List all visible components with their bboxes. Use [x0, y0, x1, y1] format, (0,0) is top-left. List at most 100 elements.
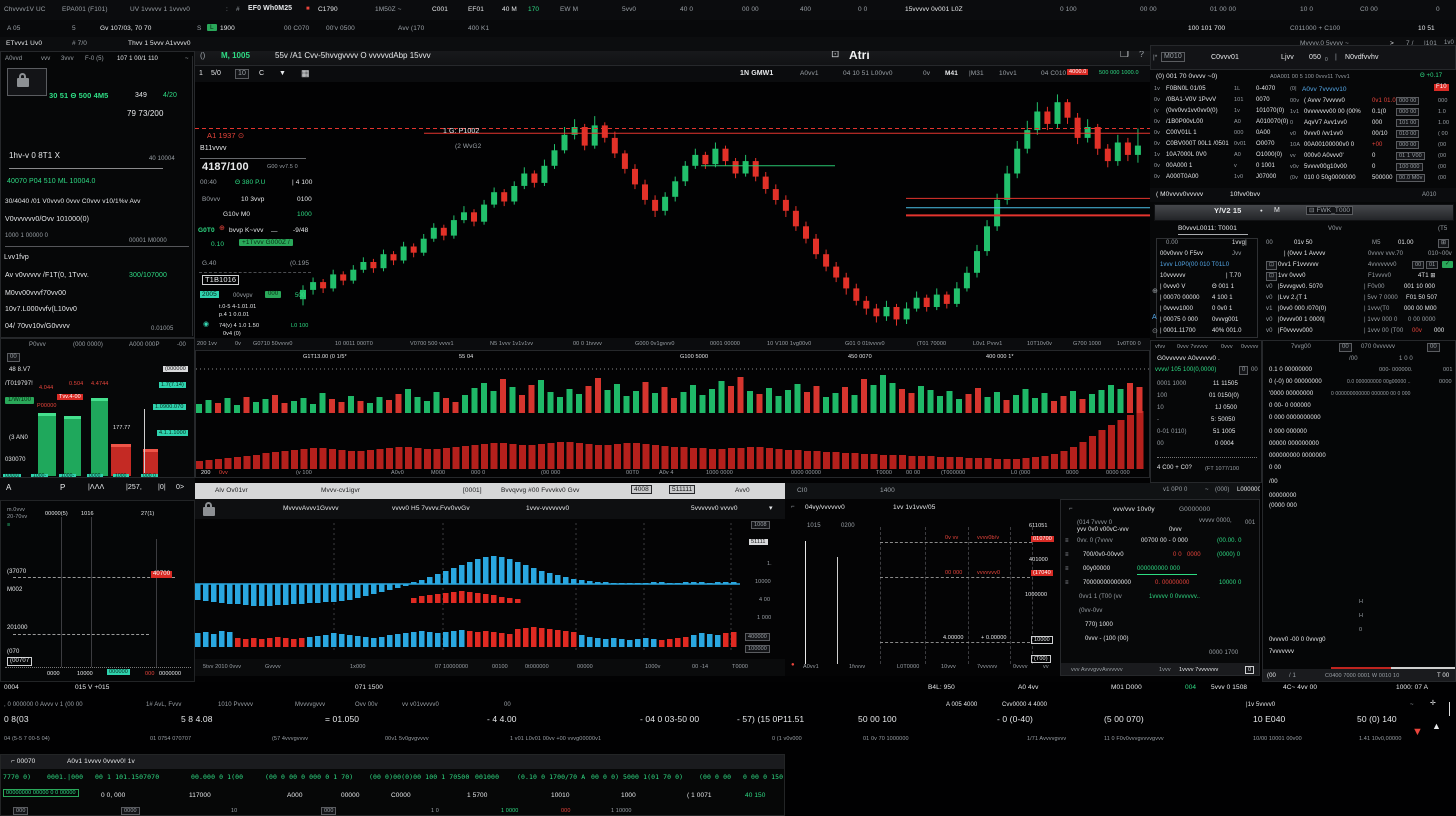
toolbar-item[interactable]: Thvv 1 5vvv A1vvvv0	[128, 40, 191, 47]
footer-tab[interactable]: vvv AvvvgvvAvvvvvv	[1071, 667, 1123, 673]
menu-item[interactable]: C1790	[318, 6, 338, 13]
label: 1000000	[1025, 592, 1047, 598]
chart-tool[interactable]: 5/0	[211, 70, 221, 78]
label: 000 0	[471, 470, 485, 476]
panel-tab[interactable]: 00	[1427, 343, 1440, 352]
footer-button[interactable]: 0	[1245, 666, 1254, 674]
sidebar-tab[interactable]: vvv	[41, 56, 50, 63]
label: 00v1 5v0gvgvvvv	[385, 736, 429, 742]
indicator-tab[interactable]: Mvvv-cv1igvr	[321, 487, 360, 494]
chart-mode[interactable]: 1N GMW1	[740, 70, 773, 78]
status-menu[interactable]: Ovv 00v	[355, 702, 378, 709]
menu-item[interactable]: 1M50Z ~	[375, 6, 402, 13]
panel-tab[interactable]: 0vvvvv	[1241, 344, 1258, 350]
menu-item[interactable]: EPA001 (F101)	[62, 6, 108, 13]
label: 1v	[1234, 108, 1240, 114]
menu-item[interactable]: UV 1vvvvv 1 1vvvv0	[130, 6, 190, 13]
label: 0v	[1154, 174, 1160, 180]
label: 74(v) 4 1.0 1.50	[219, 323, 259, 329]
chart-mode[interactable]: A0vv1	[800, 70, 819, 77]
footer-tab[interactable]: 1vvvv 7vvvvvvv	[1179, 667, 1218, 673]
panel-tab[interactable]: 050	[1309, 54, 1321, 62]
status-menu[interactable]: 1010 Pvvvvv	[218, 702, 253, 709]
instrument-button[interactable]: ⊟ FWK_T000	[1306, 206, 1353, 215]
panel-tab[interactable]: Ljvv	[1281, 54, 1294, 62]
buy-button[interactable]: +1Tvvv G000Z /	[239, 239, 293, 246]
label: | 0vvv0 V	[1160, 284, 1185, 291]
menu-item[interactable]: A 05	[7, 25, 20, 32]
timeframe-button[interactable]: 10	[235, 69, 249, 79]
tool-icon[interactable]: |0|	[158, 484, 166, 492]
dropdown-icon[interactable]: ▼	[279, 70, 286, 78]
panel-tab[interactable]: N0vdfvvhv	[1345, 54, 1379, 62]
table-link[interactable]: 1vvv L0P0(00 010 T01L0	[1160, 262, 1229, 269]
label: 4vvvvvvv0	[1368, 262, 1397, 269]
sidebar-tab[interactable]: F-0 (5)	[85, 56, 104, 63]
label: 00T0	[626, 470, 639, 476]
label: 0 0v0 1	[1212, 306, 1232, 313]
label: 01	[1426, 261, 1438, 269]
lock-icon	[17, 78, 29, 87]
label: 0vvvv0 -00 0 0vvvg0	[1269, 637, 1326, 644]
indicator-tab[interactable]: Alv Ov01vr	[215, 487, 248, 494]
status-menu[interactable]: , 0 000000 0 Avvv v 1 (00 00	[4, 702, 83, 709]
tool-icon[interactable]: |257,	[126, 484, 142, 492]
panel-tab[interactable]: C0vvv01	[1211, 54, 1239, 62]
value-chip[interactable]: 4008	[631, 485, 652, 494]
indicator-toggle[interactable]: |M31	[969, 70, 984, 77]
chart-tool[interactable]: 1	[199, 70, 203, 78]
label: (17040	[1031, 570, 1053, 576]
tool-icon[interactable]: P	[60, 484, 65, 493]
label: Jvv	[1232, 251, 1241, 258]
label: 5000 1(01 70 0)	[623, 774, 683, 781]
chart-symbol[interactable]: M, 1005	[221, 51, 250, 60]
label: P00000	[37, 403, 57, 409]
label: 349	[135, 92, 147, 100]
label: 0000 00000	[791, 470, 821, 476]
tool-icon[interactable]: 0>	[176, 484, 184, 492]
footer-tab[interactable]: 1vvv	[1159, 667, 1171, 673]
panel-tab[interactable]: 070 0vvvvvv	[1361, 344, 1395, 351]
label: 4.4744	[91, 381, 108, 387]
label: (T5	[1438, 226, 1447, 233]
chart-toolbar: 15/010C▼▦1N GMW1A0vv104 10 51 L00vv00vM4…	[195, 66, 1150, 82]
sidebar-tab[interactable]: A0vvd	[5, 56, 22, 63]
panel-tab[interactable]: 0vvv 7vvvvv	[1177, 344, 1208, 350]
toolbar-item[interactable]: # 7/0	[72, 40, 87, 47]
panel-tab[interactable]: ( M0vvvv0vvvvv	[1156, 191, 1203, 198]
value-chip[interactable]: 511111	[669, 485, 695, 494]
panel-tab[interactable]: CI0	[797, 487, 807, 494]
status-menu[interactable]: Mvvvvgvvv	[295, 702, 325, 709]
label: 10vvv	[941, 664, 956, 670]
panel-tab[interactable]: M010	[1161, 52, 1185, 62]
label: 101 00	[1396, 119, 1419, 127]
label: 0 00	[1269, 465, 1281, 472]
menu-item[interactable]: Chvvvv1V UC	[4, 6, 46, 13]
chart-tool[interactable]: C	[259, 70, 264, 78]
panel-tab[interactable]: 7vvg00	[1291, 344, 1311, 351]
toolbar-item[interactable]: ETvvv1 Uv0	[6, 40, 42, 47]
panel-tab[interactable]: vfvv	[1155, 344, 1165, 350]
panel-tab[interactable]: 0vvv	[1221, 344, 1233, 350]
sidebar-tab[interactable]: 3vvv	[61, 56, 74, 63]
status-menu[interactable]: vv v01vvvvv0	[402, 702, 439, 709]
status-menu[interactable]: 1# AvL, Fvvv	[146, 702, 181, 709]
label: —	[271, 228, 278, 235]
label: L0 100	[291, 323, 308, 329]
label: 0.10	[211, 241, 224, 248]
wave-icon[interactable]: |ΛΛΛ	[88, 484, 104, 492]
label: B4L: 950	[928, 684, 955, 691]
panel-tab[interactable]: 10fvv0bvv	[1230, 191, 1260, 198]
tool-icon[interactable]: A	[6, 484, 11, 493]
label: 1000	[621, 792, 636, 799]
table-link[interactable]: A0vv 7vvvvv10	[1302, 86, 1347, 93]
label: 010 0 50g0000000	[1304, 175, 1356, 182]
grid-icon[interactable]: ▦	[301, 69, 310, 79]
panel-tab[interactable]: 1400	[880, 487, 895, 494]
chevron-down-icon[interactable]: ▾	[769, 505, 773, 513]
indicator-toggle[interactable]: M41	[945, 70, 958, 77]
label: 10T10v0v	[1027, 341, 1052, 347]
menu-item[interactable]: EF0 Wh0M25	[248, 5, 292, 13]
panel-tab[interactable]: 00	[1339, 343, 1352, 352]
order-id-button[interactable]: T1B1016	[202, 275, 239, 285]
